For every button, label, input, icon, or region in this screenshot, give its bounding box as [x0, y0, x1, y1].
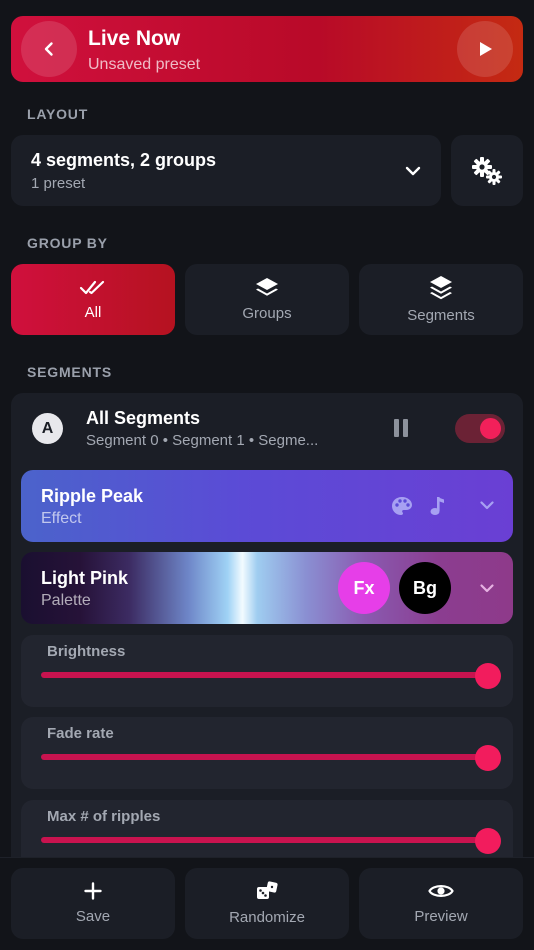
layers-icon	[256, 278, 278, 296]
layout-selector[interactable]: 4 segments, 2 groups 1 preset	[11, 135, 441, 206]
palette-subtitle: Palette	[41, 592, 91, 609]
randomize-label: Randomize	[229, 909, 305, 926]
header-subtitle: Unsaved preset	[88, 56, 201, 73]
eye-icon	[428, 885, 454, 897]
live-now-header: Live Now Unsaved preset	[11, 16, 523, 82]
double-check-icon	[79, 280, 105, 295]
layout-section-label: LAYOUT	[27, 106, 89, 122]
effect-subtitle: Effect	[41, 510, 82, 527]
segments-section-label: SEGMENTS	[27, 364, 112, 380]
effect-title: Ripple Peak	[41, 486, 144, 506]
brightness-label: Brightness	[47, 643, 126, 660]
group-by-all-button[interactable]: All	[11, 264, 175, 335]
segment-title[interactable]: All Segments	[86, 408, 200, 429]
layout-subtitle: 1 preset	[31, 175, 86, 192]
brightness-thumb[interactable]	[475, 663, 501, 689]
back-button[interactable]	[21, 21, 77, 77]
group-by-section-label: GROUP BY	[27, 235, 108, 251]
fx-color-button[interactable]: Fx	[338, 562, 390, 614]
fade-rate-label: Fade rate	[47, 725, 114, 742]
chevron-down-icon	[480, 501, 494, 510]
stacked-layers-icon	[430, 276, 452, 300]
group-by-groups-label: Groups	[242, 305, 292, 322]
max-ripples-label: Max # of ripples	[47, 808, 161, 825]
preview-label: Preview	[414, 908, 468, 925]
gears-icon	[472, 156, 502, 185]
pause-button[interactable]	[391, 417, 411, 444]
chevron-down-icon	[405, 166, 421, 176]
save-button[interactable]: Save	[11, 868, 175, 939]
group-by-segments-button[interactable]: Segments	[359, 264, 523, 335]
brightness-track[interactable]	[41, 672, 495, 678]
brightness-slider-card: Brightness	[21, 635, 513, 707]
play-icon	[480, 42, 492, 56]
fade-rate-track[interactable]	[41, 754, 495, 760]
randomize-button[interactable]: Randomize	[185, 868, 349, 939]
chevron-left-icon	[44, 42, 53, 56]
fade-rate-slider-card: Fade rate	[21, 717, 513, 789]
bg-color-button[interactable]: Bg	[399, 562, 451, 614]
fade-rate-thumb[interactable]	[475, 745, 501, 771]
palette-selector[interactable]: Light Pink Palette Fx Bg	[21, 552, 513, 624]
layout-title: 4 segments, 2 groups	[31, 150, 217, 170]
preview-button[interactable]: Preview	[359, 868, 523, 939]
segment-subtitle: Segment 0 • Segment 1 • Segme...	[86, 432, 319, 449]
play-button[interactable]	[457, 21, 513, 77]
segment-power-toggle[interactable]	[455, 414, 505, 443]
save-label: Save	[75, 908, 111, 925]
group-by-all-label: All	[84, 304, 102, 321]
group-by-segments-label: Segments	[407, 307, 475, 324]
pause-icon	[394, 419, 408, 437]
music-note-icon[interactable]	[429, 495, 445, 517]
group-by-groups-button[interactable]: Groups	[185, 264, 349, 335]
segment-avatar: A	[32, 413, 63, 444]
layout-settings-button[interactable]	[451, 135, 523, 206]
max-ripples-track[interactable]	[41, 837, 495, 843]
chevron-down-icon	[480, 584, 494, 593]
palette-icon[interactable]	[391, 496, 413, 516]
header-title: Live Now	[88, 27, 181, 50]
plus-icon	[84, 882, 102, 900]
effect-selector[interactable]: Ripple Peak Effect	[21, 470, 513, 542]
dice-icon	[257, 881, 278, 899]
palette-title: Light Pink	[41, 568, 128, 588]
max-ripples-thumb[interactable]	[475, 828, 501, 854]
toggle-knob	[480, 418, 501, 439]
